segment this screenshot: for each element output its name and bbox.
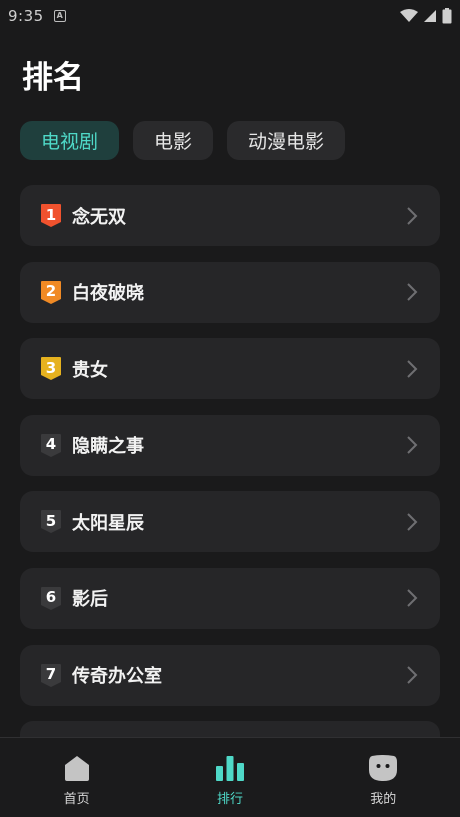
status-time: 9:35 [8,7,44,25]
status-bar: 9:35 A [0,0,460,32]
nav-profile[interactable]: 我的 [323,738,443,807]
tab-animated-movies[interactable]: 动漫电影 [227,121,346,160]
drama-title: 太阳星辰 [72,512,144,534]
category-tabs: 电视剧 电影 动漫电影 [20,121,346,160]
ranking-row[interactable]: 4 隐瞒之事 [20,414,440,476]
battery-icon [442,8,452,24]
rank-badge: 1 [40,203,62,228]
chevron-right-icon [407,436,418,454]
ranking-row[interactable]: 7 传奇办公室 [20,644,440,706]
rank-number: 2 [45,282,57,301]
notification-a-icon: A [53,10,66,22]
profile-face-icon [369,755,398,781]
nav-ranking[interactable]: 排行 [170,738,290,807]
nav-home-label: 首页 [63,792,90,807]
cellular-signal-icon [424,10,436,22]
rank-number: 1 [45,205,57,224]
rank-number: 5 [45,511,57,530]
tab-tv-series[interactable]: 电视剧 [20,121,120,160]
rank-badge: 2 [40,280,62,305]
chevron-right-icon [407,589,418,608]
rank-badge: 3 [40,356,62,381]
rank-badge: 5 [40,509,62,534]
chevron-right-icon [407,359,418,378]
drama-title: 贵女 [72,359,108,381]
chevron-right-icon [407,666,418,684]
chevron-right-icon [407,206,418,225]
rank-number: 7 [45,665,57,684]
ranking-row[interactable]: 3 贵女 [20,338,440,400]
ranking-list: 1 念无双 2 白夜破晓 3 贵女 4 隐瞒之事 5 太阳星辰 6 影后 7 传… [20,185,440,798]
rank-number: 3 [45,358,57,377]
rank-badge: 4 [40,433,62,458]
drama-title: 影后 [72,589,108,611]
drama-title: 隐瞒之事 [72,436,144,458]
tab-movies[interactable]: 电影 [133,121,214,160]
drama-title: 念无双 [72,206,126,228]
drama-title: 白夜破晓 [72,283,144,305]
home-icon [64,756,89,781]
drama-title: 传奇办公室 [72,666,162,688]
ranking-row[interactable]: 6 影后 [20,567,440,629]
nav-profile-label: 我的 [370,792,397,807]
wifi-icon [400,9,418,22]
rank-number: 4 [45,435,57,454]
chevron-right-icon [407,513,418,531]
rank-number: 6 [45,588,57,607]
page-title: 排名 [22,60,84,96]
nav-ranking-label: 排行 [216,792,243,807]
rank-badge: 7 [40,663,62,688]
ranking-bars-icon [215,756,244,781]
chevron-right-icon [407,283,418,301]
nav-home[interactable]: 首页 [17,738,137,807]
ranking-row[interactable]: 1 念无双 [20,185,440,246]
bottom-nav: 首页 排行 我的 [0,737,460,817]
rank-badge: 6 [40,586,62,611]
ranking-row[interactable]: 5 太阳星辰 [20,491,440,553]
app-screen: 9:35 A 排名 电视剧 电影 动漫电影 1 念无双 2 白夜破晓 3 贵女 … [0,0,460,817]
ranking-row[interactable]: 2 白夜破晓 [20,261,440,323]
